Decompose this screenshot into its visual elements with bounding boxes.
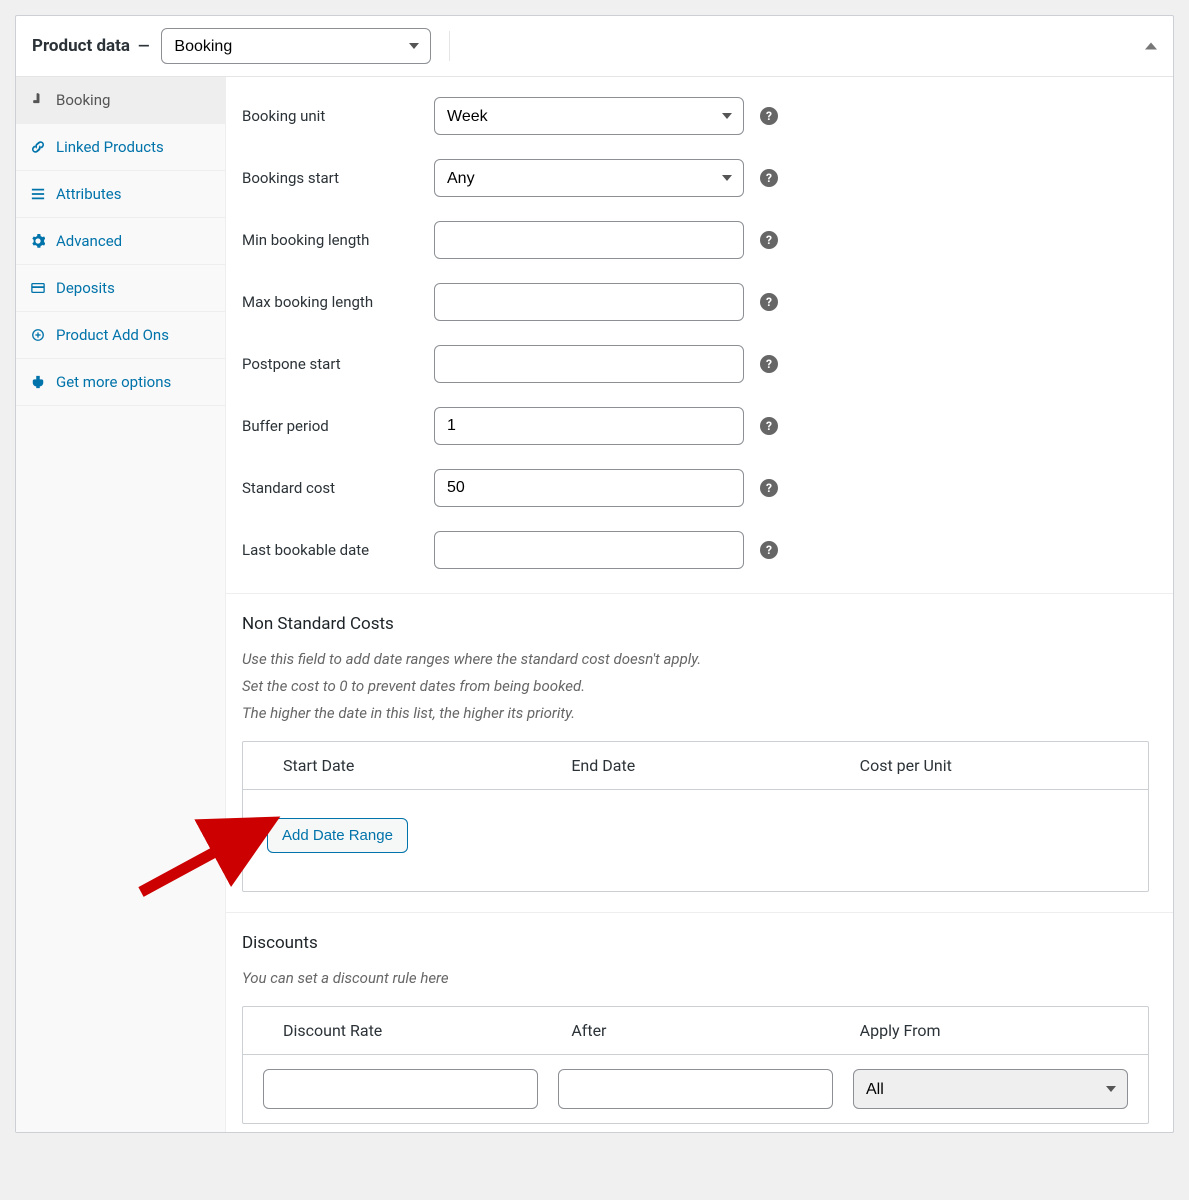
bookings-start-select[interactable]: Any — [434, 159, 744, 197]
help-icon[interactable]: ? — [760, 479, 778, 497]
help-icon[interactable]: ? — [760, 169, 778, 187]
help-icon[interactable]: ? — [760, 107, 778, 125]
buffer-period-input[interactable] — [434, 407, 744, 445]
panel-body: Booking Linked Products Attributes — [16, 77, 1173, 1132]
col-end-date: End Date — [551, 756, 839, 775]
tab-linked-products[interactable]: Linked Products — [16, 124, 225, 171]
min-booking-length-input[interactable] — [434, 221, 744, 259]
tab-label: Product Add Ons — [56, 326, 169, 344]
booking-unit-select[interactable]: Week — [434, 97, 744, 135]
add-date-range-button[interactable]: Add Date Range — [267, 818, 408, 853]
tab-deposits[interactable]: Deposits — [16, 265, 225, 312]
buffer-period-label: Buffer period — [242, 417, 434, 435]
tab-attributes[interactable]: Attributes — [16, 171, 225, 218]
last-bookable-date-input[interactable] — [434, 531, 744, 569]
help-icon[interactable]: ? — [760, 231, 778, 249]
tab-label: Linked Products — [56, 138, 164, 156]
tab-product-addons[interactable]: Product Add Ons — [16, 312, 225, 359]
last-bookable-date-label: Last bookable date — [242, 541, 434, 559]
tab-booking[interactable]: Booking — [16, 77, 225, 124]
nsc-desc-2: Set the cost to 0 to prevent dates from … — [242, 673, 1149, 700]
tab-label: Advanced — [56, 232, 122, 250]
apply-from-select[interactable]: All — [853, 1069, 1128, 1109]
tab-get-more-options[interactable]: Get more options — [16, 359, 225, 406]
product-data-tabs: Booking Linked Products Attributes — [16, 77, 226, 1132]
col-apply-from: Apply From — [840, 1021, 1128, 1040]
nsc-desc-1: Use this field to add date ranges where … — [242, 646, 1149, 673]
card-icon — [30, 280, 46, 296]
discounts-table: Discount Rate After Apply From All — [242, 1006, 1149, 1124]
gear-icon — [30, 233, 46, 249]
discounts-desc: You can set a discount rule here — [242, 965, 1149, 992]
link-icon — [30, 139, 46, 155]
tab-label: Deposits — [56, 279, 115, 297]
col-after: After — [551, 1021, 839, 1040]
plus-circle-icon — [30, 327, 46, 343]
discount-after-input[interactable] — [558, 1069, 833, 1109]
header-separator — [449, 31, 450, 61]
non-standard-costs-section: Non Standard Costs Use this field to add… — [226, 594, 1173, 912]
panel-header: Product data — Booking — [16, 16, 1173, 77]
min-booking-length-label: Min booking length — [242, 231, 434, 249]
max-booking-length-input[interactable] — [434, 283, 744, 321]
standard-cost-input[interactable] — [434, 469, 744, 507]
main-content: Booking unit Week ? Bookings start Any — [226, 77, 1173, 1132]
title-separator: — — [138, 37, 149, 55]
product-data-panel: Product data — Booking Booking — [15, 15, 1174, 1133]
standard-cost-label: Standard cost — [242, 479, 434, 497]
collapse-toggle-icon[interactable] — [1145, 43, 1157, 50]
discounts-title: Discounts — [242, 933, 1149, 953]
postpone-start-label: Postpone start — [242, 355, 434, 373]
help-icon[interactable]: ? — [760, 355, 778, 373]
postpone-start-input[interactable] — [434, 345, 744, 383]
bookings-start-label: Bookings start — [242, 169, 434, 187]
discount-row: All — [243, 1055, 1148, 1123]
list-icon — [30, 186, 46, 202]
booking-settings-section: Booking unit Week ? Bookings start Any — [226, 77, 1173, 593]
wrench-icon — [30, 92, 46, 108]
col-discount-rate: Discount Rate — [263, 1021, 551, 1040]
help-icon[interactable]: ? — [760, 293, 778, 311]
tab-label: Attributes — [56, 185, 122, 203]
help-icon[interactable]: ? — [760, 417, 778, 435]
tab-advanced[interactable]: Advanced — [16, 218, 225, 265]
panel-title: Product data — [32, 36, 130, 56]
tab-label: Get more options — [56, 373, 171, 391]
col-start-date: Start Date — [263, 756, 551, 775]
product-type-select[interactable]: Booking — [161, 28, 431, 64]
plugin-icon — [30, 374, 46, 390]
discounts-section: Discounts You can set a discount rule he… — [226, 913, 1173, 1132]
non-standard-costs-title: Non Standard Costs — [242, 614, 1149, 634]
help-icon[interactable]: ? — [760, 541, 778, 559]
max-booking-length-label: Max booking length — [242, 293, 434, 311]
booking-unit-label: Booking unit — [242, 107, 434, 125]
discount-rate-input[interactable] — [263, 1069, 538, 1109]
col-cost-per-unit: Cost per Unit — [840, 756, 1128, 775]
non-standard-costs-table: Start Date End Date Cost per Unit Add Da… — [242, 741, 1149, 892]
nsc-desc-3: The higher the date in this list, the hi… — [242, 700, 1149, 727]
tab-label: Booking — [56, 91, 110, 109]
